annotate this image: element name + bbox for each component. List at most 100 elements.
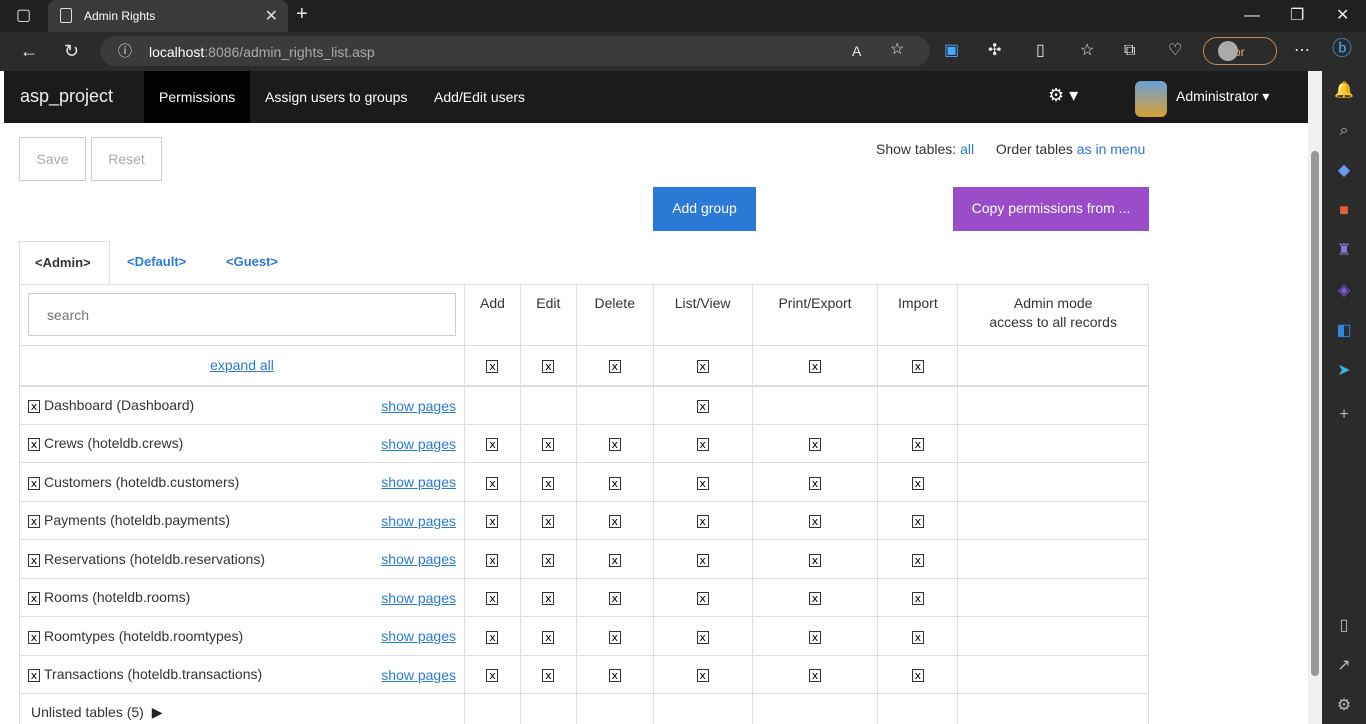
tab-default[interactable]: <Default>	[112, 241, 201, 284]
import-checkbox[interactable]: x	[911, 515, 924, 529]
show-pages-link[interactable]: show pages	[381, 590, 456, 606]
screenshot-icon[interactable]: ▣	[944, 43, 959, 59]
import-checkbox[interactable]: x	[911, 630, 924, 644]
edit-checkbox[interactable]: x	[542, 553, 555, 567]
select-all-delete-checkbox[interactable]: x	[608, 360, 621, 374]
list-checkbox[interactable]: x	[696, 669, 709, 683]
copy-permissions-button[interactable]: Copy permissions from ...	[953, 187, 1149, 231]
print-checkbox[interactable]: x	[809, 669, 821, 683]
restore-icon[interactable]: ❐	[1290, 8, 1304, 24]
select-all-print-checkbox[interactable]: x	[809, 360, 821, 374]
tab-guest[interactable]: <Guest>	[211, 241, 293, 284]
user-menu[interactable]: Administrator ▾	[1176, 88, 1269, 105]
refresh-icon[interactable]: ↻	[64, 42, 79, 60]
add-checkbox[interactable]: x	[486, 515, 499, 529]
nav-permissions[interactable]: Permissions	[144, 71, 251, 123]
print-checkbox[interactable]: x	[809, 553, 821, 567]
tab-actions-icon[interactable]: ▢	[16, 8, 31, 24]
row-checkbox[interactable]: x	[28, 399, 40, 413]
settings-icon[interactable]: ⚙	[1334, 696, 1354, 716]
import-checkbox[interactable]: x	[911, 476, 924, 490]
row-checkbox[interactable]: x	[28, 515, 40, 529]
edit-checkbox[interactable]: x	[542, 476, 555, 490]
minimize-icon[interactable]: —	[1244, 8, 1260, 24]
scrollbar-thumb[interactable]	[1311, 151, 1319, 676]
select-all-edit-checkbox[interactable]: x	[542, 360, 555, 374]
select-all-import-checkbox[interactable]: x	[911, 360, 924, 374]
add-checkbox[interactable]: x	[486, 476, 499, 490]
list-checkbox[interactable]: x	[696, 399, 709, 413]
add-checkbox[interactable]: x	[486, 592, 499, 606]
import-checkbox[interactable]: x	[911, 592, 924, 606]
show-pages-link[interactable]: show pages	[381, 667, 456, 683]
row-checkbox[interactable]: x	[28, 669, 40, 683]
close-tab-icon[interactable]: ✕	[265, 6, 278, 26]
favorite-icon[interactable]: ☆	[890, 42, 904, 58]
search-icon[interactable]: ⌕	[1334, 121, 1354, 141]
import-checkbox[interactable]: x	[911, 669, 924, 683]
print-checkbox[interactable]: x	[809, 592, 821, 606]
add-checkbox[interactable]: x	[486, 553, 499, 567]
games-icon[interactable]: ♜	[1334, 241, 1354, 261]
delete-checkbox[interactable]: x	[608, 553, 621, 567]
sidebar-toggle-icon[interactable]: ▯	[1334, 616, 1354, 636]
show-tables-link[interactable]: all	[960, 141, 974, 157]
list-checkbox[interactable]: x	[696, 438, 709, 452]
close-window-icon[interactable]: ✕	[1336, 8, 1349, 24]
external-icon[interactable]: ↗	[1334, 656, 1354, 676]
show-pages-link[interactable]: show pages	[381, 436, 456, 452]
read-aloud-icon[interactable]: A	[852, 43, 861, 59]
list-checkbox[interactable]: x	[696, 515, 709, 529]
new-tab-icon[interactable]: +	[296, 4, 308, 24]
edit-checkbox[interactable]: x	[542, 592, 555, 606]
tab-admin[interactable]: <Admin>	[19, 241, 110, 284]
delete-checkbox[interactable]: x	[608, 438, 621, 452]
show-pages-link[interactable]: show pages	[381, 628, 456, 644]
delete-checkbox[interactable]: x	[608, 592, 621, 606]
import-checkbox[interactable]: x	[911, 553, 924, 567]
delete-checkbox[interactable]: x	[608, 476, 621, 490]
more-icon[interactable]: ⋯	[1294, 43, 1310, 59]
edit-checkbox[interactable]: x	[542, 438, 555, 452]
edit-checkbox[interactable]: x	[542, 669, 555, 683]
row-checkbox[interactable]: x	[28, 592, 40, 606]
add-checkbox[interactable]: x	[486, 630, 499, 644]
info-icon[interactable]: ⓘ	[118, 43, 132, 59]
list-checkbox[interactable]: x	[696, 553, 709, 567]
unlisted-tables-toggle[interactable]: Unlisted tables (5) ▶	[19, 693, 465, 724]
settings-gear-icon[interactable]: ⚙ ▾	[1048, 85, 1078, 106]
show-pages-link[interactable]: show pages	[381, 398, 456, 414]
copilot-icon[interactable]: ⓑ	[1332, 39, 1352, 59]
list-checkbox[interactable]: x	[696, 592, 709, 606]
row-checkbox[interactable]: x	[28, 476, 40, 490]
delete-checkbox[interactable]: x	[608, 669, 621, 683]
list-checkbox[interactable]: x	[696, 476, 709, 490]
delete-checkbox[interactable]: x	[608, 630, 621, 644]
add-checkbox[interactable]: x	[486, 669, 499, 683]
notifications-icon[interactable]: 🔔	[1334, 81, 1354, 101]
extensions-icon[interactable]: ✣	[988, 43, 1001, 59]
delete-checkbox[interactable]: x	[608, 515, 621, 529]
edit-checkbox[interactable]: x	[542, 515, 555, 529]
row-checkbox[interactable]: x	[28, 438, 40, 452]
outlook-icon[interactable]: ◧	[1334, 321, 1354, 341]
print-checkbox[interactable]: x	[809, 515, 821, 529]
back-icon[interactable]: ←	[20, 42, 38, 60]
search-input[interactable]	[28, 293, 456, 336]
import-checkbox[interactable]: x	[911, 438, 924, 452]
page-scrollbar[interactable]	[1308, 71, 1322, 724]
reset-button[interactable]: Reset	[91, 137, 162, 181]
select-all-add-checkbox[interactable]: x	[486, 360, 499, 374]
print-checkbox[interactable]: x	[809, 630, 821, 644]
profile-error-button[interactable]: Error	[1203, 37, 1277, 65]
print-checkbox[interactable]: x	[809, 476, 821, 490]
row-checkbox[interactable]: x	[28, 553, 40, 567]
save-button[interactable]: Save	[19, 137, 86, 181]
add-icon[interactable]: +	[1334, 405, 1354, 425]
url-field[interactable]: ⓘ localhost:8086/admin_rights_list.asp A…	[100, 36, 930, 66]
copilot-sidebar-icon[interactable]: ◈	[1334, 281, 1354, 301]
select-all-list-checkbox[interactable]: x	[696, 360, 709, 374]
expand-all-link[interactable]: expand all	[210, 357, 274, 373]
show-pages-link[interactable]: show pages	[381, 513, 456, 529]
nav-assign-users[interactable]: Assign users to groups	[250, 71, 422, 123]
